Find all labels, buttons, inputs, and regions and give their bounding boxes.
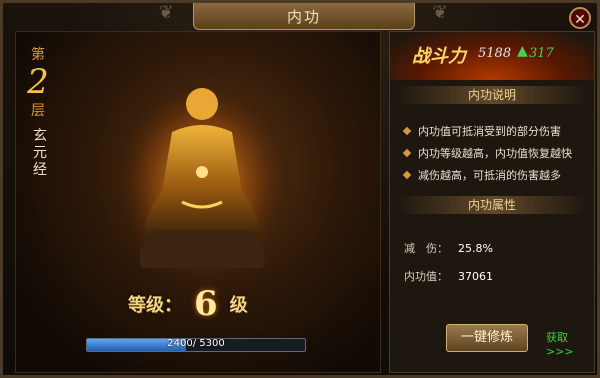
description-heading: 内功说明 (398, 86, 586, 104)
list-item: 内功等级越高，内功值恢复越快 (402, 142, 572, 164)
increase-arrow-icon: ▲ (517, 43, 528, 59)
close-icon[interactable]: ✕ (569, 7, 591, 29)
combat-power-banner: 战斗力 5188 ▲ 317 (390, 32, 594, 80)
skill-name: 玄 元 经 (30, 128, 50, 179)
layer-indicator: 第 2 层 (22, 44, 54, 120)
info-panel: 战斗力 5188 ▲ 317 内功说明 内功值可抵消受到的部分伤害 内功等级越高… (389, 31, 595, 373)
combat-power-label: 战斗力 (412, 46, 466, 67)
cultivation-panel: 第 2 层 玄 元 经 等级： 6 级 2400/ 5300 (15, 31, 381, 373)
layer-prefix: 第 (31, 47, 45, 63)
bullet-diamond-icon (402, 126, 412, 136)
window-title: 内功 (193, 3, 415, 30)
attr-value: 37061 (458, 270, 493, 283)
level-label: 等级： (128, 295, 182, 316)
experience-progress-bar: 2400/ 5300 (86, 338, 306, 352)
attr-label: 减 伤： (404, 242, 448, 255)
bullet-diamond-icon (402, 170, 412, 180)
skill-char: 经 (33, 162, 47, 178)
skill-char: 玄 (33, 128, 47, 144)
combat-power-increase: 317 (529, 46, 554, 61)
combat-power-value: 5188 (478, 46, 512, 61)
attr-label: 内功值： (404, 270, 448, 283)
bullet-diamond-icon (402, 148, 412, 158)
attributes-heading: 内功属性 (398, 196, 586, 214)
description-text: 内功等级越高，内功值恢复越快 (418, 147, 572, 160)
description-list: 内功值可抵消受到的部分伤害 内功等级越高，内功值恢复越快 减伤越高，可抵消的伤害… (402, 120, 572, 186)
level-value: 6 (194, 284, 218, 324)
description-text: 内功值可抵消受到的部分伤害 (418, 125, 561, 138)
skill-char: 元 (33, 145, 47, 161)
attr-value: 25.8% (458, 242, 493, 255)
level-unit: 级 (229, 295, 248, 316)
layer-number: 2 (27, 62, 49, 102)
layer-suffix: 层 (31, 103, 45, 119)
damage-reduction-row: 减 伤： 25.8% (404, 240, 493, 256)
experience-progress-text: 2400/ 5300 (167, 338, 225, 349)
description-text: 减伤越高，可抵消的伤害越多 (418, 169, 561, 182)
meditating-figure-icon (112, 77, 292, 282)
level-display: 等级： 6 级 (128, 284, 248, 324)
list-item: 减伤越高，可抵消的伤害越多 (402, 164, 572, 186)
internal-power-row: 内功值： 37061 (404, 268, 493, 284)
internal-skill-window: ❦ ❦ 内功 ✕ 第 2 层 玄 元 经 等级： 6 级 2400/ 5300 … (0, 0, 600, 378)
one-click-train-button[interactable]: 一键修炼 (446, 324, 528, 352)
right-ornament-icon: ❦ (432, 2, 448, 23)
left-ornament-icon: ❦ (158, 2, 174, 23)
get-more-link[interactable]: 获取>>> (546, 329, 594, 358)
list-item: 内功值可抵消受到的部分伤害 (402, 120, 572, 142)
